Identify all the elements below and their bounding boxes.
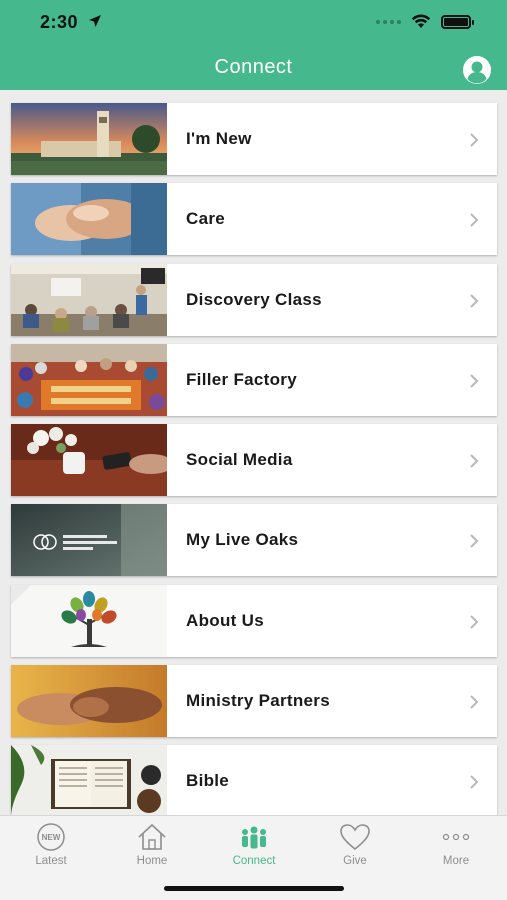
app-header: 2:30 Connect — [0, 0, 507, 90]
tab-connect[interactable]: Connect — [214, 822, 294, 867]
list-item-label: My Live Oaks — [186, 530, 299, 550]
list-item-filler-factory[interactable]: Filler Factory — [11, 343, 497, 416]
handshake-image — [11, 665, 167, 738]
list-item-ministry-partners[interactable]: Ministry Partners — [11, 665, 497, 738]
tab-label: Latest — [35, 855, 67, 867]
list-item-label: Filler Factory — [186, 369, 297, 389]
svg-text:NEW: NEW — [42, 833, 61, 842]
chevron-right-icon — [470, 133, 479, 147]
tab-more[interactable]: More — [416, 822, 496, 867]
list-item-about-us[interactable]: About Us — [11, 584, 497, 657]
classroom-image — [11, 263, 167, 336]
church-building-image — [11, 103, 167, 175]
chevron-right-icon — [470, 293, 479, 308]
cellular-signal-icon — [376, 19, 401, 24]
phone-on-table-image — [11, 424, 167, 497]
home-indicator — [164, 886, 344, 891]
list-item-label: About Us — [186, 610, 264, 630]
tab-label: Home — [136, 855, 168, 867]
tab-label: Connect — [232, 855, 276, 867]
tab-give[interactable]: Give — [315, 822, 395, 867]
tree-logo-image — [11, 584, 167, 657]
page-title: Connect — [214, 56, 293, 78]
connect-list: I'm New Care Discovery Class Filler Fact… — [11, 103, 497, 826]
home-icon — [138, 823, 166, 850]
battery-icon — [441, 14, 474, 29]
profile-button[interactable] — [463, 56, 491, 84]
list-item-discovery-class[interactable]: Discovery Class — [11, 263, 497, 336]
list-item-label: Bible — [186, 771, 230, 791]
chevron-right-icon — [470, 454, 479, 468]
new-badge-icon: NEW — [37, 823, 65, 851]
wifi-icon — [411, 14, 431, 28]
church-community-builder-image — [11, 504, 167, 577]
chevron-right-icon — [470, 213, 479, 228]
open-bible-image — [11, 745, 167, 818]
chevron-right-icon — [470, 534, 479, 549]
status-time: 2:30 — [40, 12, 79, 32]
heart-icon — [340, 824, 370, 851]
chevron-right-icon — [470, 695, 479, 709]
list-item-label: Ministry Partners — [186, 691, 330, 711]
status-indicators — [376, 14, 474, 29]
user-avatar-icon — [463, 56, 491, 84]
chevron-right-icon — [470, 615, 479, 629]
holding-hands-image — [11, 183, 167, 256]
volunteers-image — [11, 343, 167, 416]
tab-latest[interactable]: NEW Latest — [11, 822, 91, 867]
tab-label: More — [442, 855, 470, 867]
more-dots-icon — [442, 833, 470, 841]
tab-label: Give — [343, 855, 367, 867]
list-item-care[interactable]: Care — [11, 183, 497, 256]
chevron-right-icon — [470, 374, 479, 388]
list-item-social-media[interactable]: Social Media — [11, 424, 497, 497]
list-item-label: I'm New — [186, 129, 252, 148]
list-item-label: Discovery Class — [186, 289, 322, 309]
list-item-my-live-oaks[interactable]: My Live Oaks — [11, 504, 497, 577]
list-item-label: Social Media — [186, 450, 293, 470]
list-item-label: Care — [186, 209, 226, 229]
people-icon — [242, 826, 266, 849]
tab-home[interactable]: Home — [112, 822, 192, 867]
chevron-right-icon — [470, 775, 479, 790]
list-item-bible[interactable]: Bible — [11, 745, 497, 818]
location-arrow-icon — [89, 15, 101, 27]
status-bar: 2:30 — [0, 0, 507, 44]
list-item-im-new[interactable]: I'm New — [11, 103, 497, 175]
